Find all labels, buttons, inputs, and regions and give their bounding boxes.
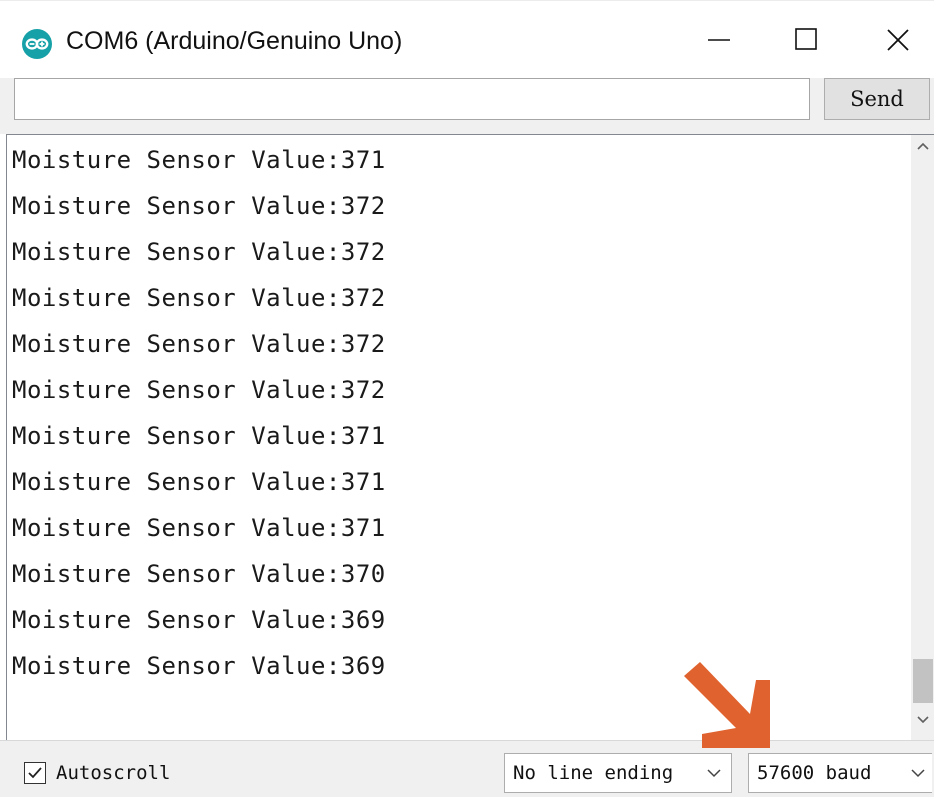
maximize-button[interactable]	[768, 1, 846, 79]
minimize-button[interactable]	[680, 1, 758, 79]
scroll-thumb[interactable]	[913, 659, 933, 703]
output-line: Moisture Sensor Value:372	[12, 376, 386, 404]
chevron-down-icon	[917, 716, 929, 724]
baud-rate-value: 57600 baud	[757, 762, 872, 784]
close-icon	[887, 29, 909, 51]
output-lines: Moisture Sensor Value:371 Moisture Senso…	[12, 137, 386, 689]
baud-rate-select[interactable]: 57600 baud	[748, 753, 932, 793]
serial-output[interactable]: Moisture Sensor Value:371 Moisture Senso…	[6, 134, 934, 741]
output-line: Moisture Sensor Value:369	[12, 652, 386, 680]
output-line: Moisture Sensor Value:371	[12, 468, 386, 496]
scroll-up-button[interactable]	[911, 135, 934, 159]
output-line: Moisture Sensor Value:370	[12, 560, 386, 588]
arduino-logo-icon	[22, 29, 52, 59]
output-line: Moisture Sensor Value:372	[12, 192, 386, 220]
output-line: Moisture Sensor Value:372	[12, 284, 386, 312]
autoscroll-label: Autoscroll	[56, 762, 171, 784]
output-line: Moisture Sensor Value:372	[12, 238, 386, 266]
minimize-icon	[708, 39, 730, 41]
send-bar: Send	[0, 78, 934, 134]
output-line: Moisture Sensor Value:369	[12, 606, 386, 634]
maximize-icon	[795, 28, 817, 50]
output-line: Moisture Sensor Value:371	[12, 514, 386, 542]
send-button[interactable]: Send	[824, 78, 930, 120]
window-title: COM6 (Arduino/Genuino Uno)	[66, 27, 403, 55]
chevron-up-icon	[917, 142, 929, 150]
scroll-down-button[interactable]	[911, 707, 934, 731]
bottom-bar: Autoscroll No line ending 57600 baud	[0, 740, 934, 797]
chevron-down-icon	[911, 769, 925, 778]
output-line: Moisture Sensor Value:371	[12, 146, 386, 174]
vertical-scrollbar[interactable]	[911, 135, 934, 741]
line-ending-select[interactable]: No line ending	[504, 753, 732, 793]
title-bar[interactable]: COM6 (Arduino/Genuino Uno)	[0, 0, 934, 79]
checkmark-icon	[28, 767, 42, 779]
checkbox-box[interactable]	[24, 762, 46, 784]
output-line: Moisture Sensor Value:372	[12, 330, 386, 358]
chevron-down-icon	[707, 769, 721, 778]
close-button[interactable]	[858, 1, 934, 79]
serial-monitor-window: COM6 (Arduino/Genuino Uno) Send Moisture…	[0, 0, 934, 797]
serial-input[interactable]	[14, 78, 810, 120]
line-ending-value: No line ending	[513, 762, 674, 784]
output-line: Moisture Sensor Value:371	[12, 422, 386, 450]
